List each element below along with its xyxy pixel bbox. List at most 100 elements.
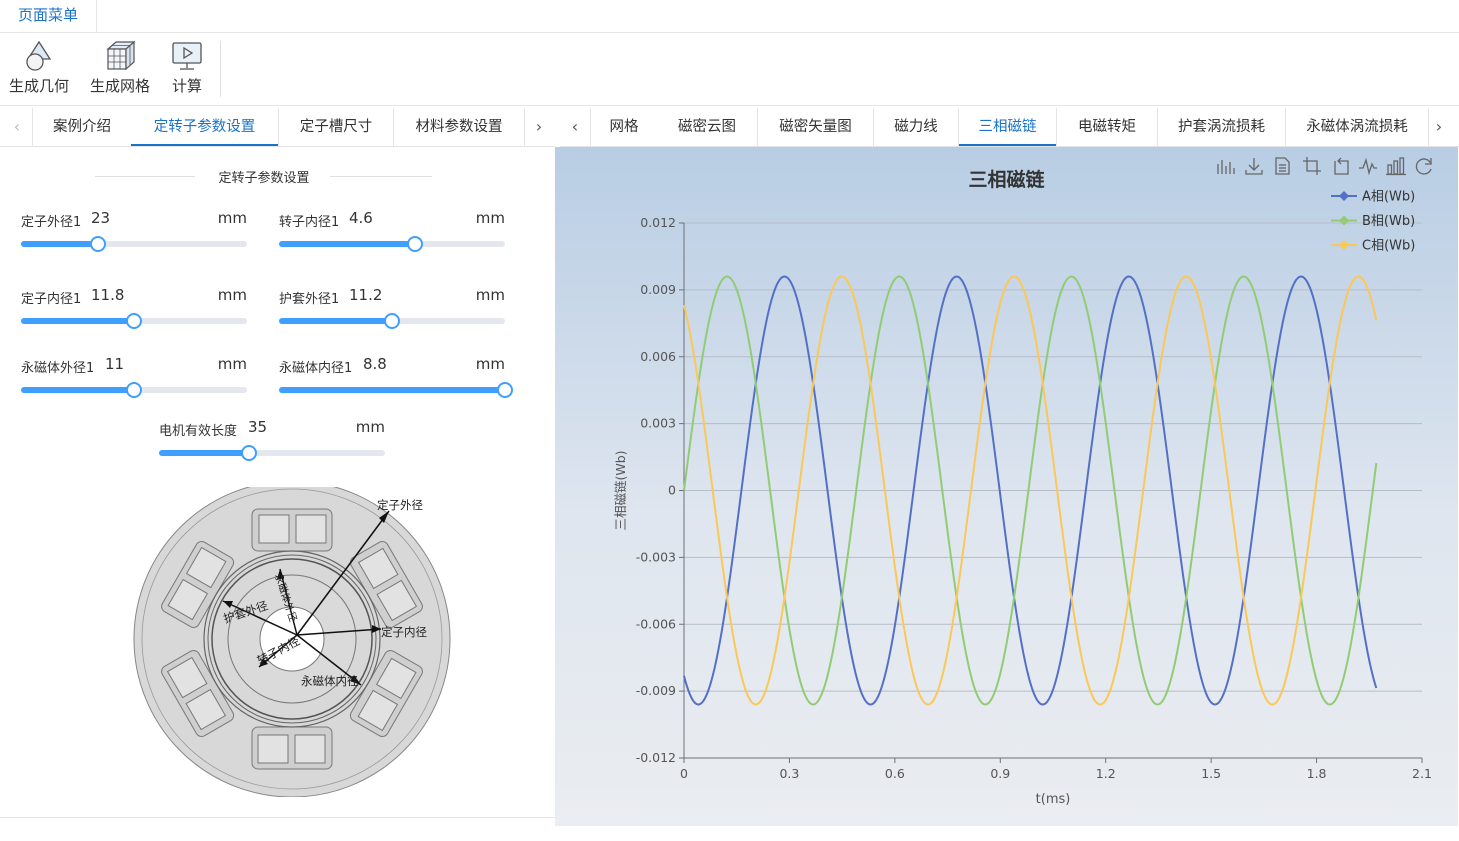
x-tick-label: 1.5 xyxy=(1201,766,1221,781)
y-tick-label: -0.012 xyxy=(636,750,676,765)
chart-panel: 三相磁链 0.012 0.009 0.006 0.003 0 -0.003 -0.006 -0… xyxy=(555,147,1458,826)
param-motor-effective-length: 电机有效长度 35 mm xyxy=(159,418,385,468)
tab-stator-slot-size[interactable]: 定子槽尺寸 xyxy=(279,108,394,146)
param-slider[interactable] xyxy=(21,313,247,329)
tab-flux-lines[interactable]: 磁力线 xyxy=(874,108,959,146)
param-magnet-outer-diameter: 永磁体外径1 11 mm xyxy=(21,355,247,405)
y-tick-label: -0.003 xyxy=(636,549,676,564)
x-tick-label: 2.1 xyxy=(1412,766,1432,781)
mesh-icon xyxy=(106,40,136,71)
param-label: 护套外径1 xyxy=(279,292,340,307)
param-unit: mm xyxy=(475,209,505,227)
param-value[interactable]: 11 xyxy=(105,355,124,373)
section-title: 定转子参数设置 xyxy=(218,171,310,186)
left-tabs-prev-icon[interactable]: ‹ xyxy=(6,108,28,146)
slider-handle[interactable] xyxy=(89,236,106,252)
legend-label: C相(Wb) xyxy=(1362,239,1415,254)
generate-mesh-button[interactable]: 生成网格 xyxy=(86,39,154,101)
compute-label: 计算 xyxy=(171,77,202,95)
y-tick-label: 0.012 xyxy=(640,215,676,230)
tab-mesh[interactable]: 网格 xyxy=(590,108,658,146)
param-value[interactable]: 8.8 xyxy=(363,355,387,373)
y-tick-label: 0 xyxy=(668,483,676,498)
tab-rotor-stator-params[interactable]: 定转子参数设置 xyxy=(131,108,279,146)
left-tabs-next-icon[interactable]: › xyxy=(528,108,550,146)
x-tick-label: 1.2 xyxy=(1096,766,1116,781)
tab-three-phase-flux[interactable]: 三相磁链 xyxy=(959,108,1057,146)
label-stator-inner: 定子内径 xyxy=(381,625,427,639)
x-tick-label: 0 xyxy=(680,766,688,781)
left-tab-bar: ‹ 案例介绍 定转子参数设置 定子槽尺寸 材料参数设置 › xyxy=(0,108,555,147)
param-rotor-inner-diameter: 转子内径1 4.6 mm xyxy=(279,209,505,259)
tab-material-params[interactable]: 材料参数设置 xyxy=(394,108,525,146)
slider-handle[interactable] xyxy=(241,445,258,461)
right-tab-bar: ‹ 网格 磁密云图 磁密矢量图 磁力线 三相磁链 电磁转矩 护套涡流损耗 永磁体… xyxy=(560,108,1459,147)
param-unit: mm xyxy=(217,286,247,304)
y-tick-label: -0.006 xyxy=(636,616,676,631)
slider-handle[interactable] xyxy=(126,313,142,329)
param-unit: mm xyxy=(217,355,247,373)
param-stator-inner-diameter: 定子内径1 11.8 mm xyxy=(21,286,247,336)
param-slider[interactable] xyxy=(21,236,247,252)
three-phase-flux-chart: 0.012 0.009 0.006 0.003 0 -0.003 -0.006 -0.009 -… xyxy=(613,190,1432,808)
y-tick-label: 0.009 xyxy=(640,282,676,297)
param-label: 永磁体外径1 xyxy=(21,361,95,376)
param-label: 定子内径1 xyxy=(21,292,82,307)
param-label: 电机有效长度 xyxy=(159,424,238,439)
y-tick-label: -0.009 xyxy=(636,683,676,698)
param-sleeve-outer-diameter: 护套外径1 11.2 mm xyxy=(279,286,505,336)
generate-mesh-label: 生成网格 xyxy=(89,77,150,95)
param-unit: mm xyxy=(355,418,385,436)
param-stator-outer-diameter: 定子外径1 23 mm xyxy=(21,209,247,259)
tab-magnet-eddy-loss[interactable]: 永磁体涡流损耗 xyxy=(1286,108,1429,146)
param-slider[interactable] xyxy=(159,445,385,461)
geometry-icon xyxy=(26,40,52,71)
tab-em-torque[interactable]: 电磁转矩 xyxy=(1057,108,1158,146)
param-unit: mm xyxy=(217,209,247,227)
tab-flux-density-vector[interactable]: 磁密矢量图 xyxy=(758,108,874,146)
generate-geometry-button[interactable]: 生成几何 xyxy=(6,39,72,101)
param-value[interactable]: 35 xyxy=(248,418,267,436)
toolbar-divider xyxy=(220,41,221,97)
tab-case-intro[interactable]: 案例介绍 xyxy=(32,108,132,146)
motor-cross-section-diagram: 定子外径 定子内径 护套外径 转子内径 永磁体内径 永磁体外径 xyxy=(133,487,451,797)
param-label: 永磁体内径1 xyxy=(279,361,353,376)
tab-flux-density-cloud[interactable]: 磁密云图 xyxy=(657,108,758,146)
page-menu-tab[interactable]: 页面菜单 xyxy=(0,0,97,32)
param-value[interactable]: 11.8 xyxy=(91,286,124,304)
label-stator-outer: 定子外径 xyxy=(377,498,423,512)
param-slider[interactable] xyxy=(279,313,505,329)
param-slider[interactable] xyxy=(21,382,247,398)
y-axis-label: 三相磁链(Wb) xyxy=(613,450,628,530)
x-tick-label: 0.9 xyxy=(990,766,1010,781)
label-magnet-inner: 永磁体内径 xyxy=(301,674,359,688)
right-tabs-prev-icon[interactable]: ‹ xyxy=(564,108,586,146)
param-slider[interactable] xyxy=(279,236,505,252)
section-divider-right xyxy=(330,176,432,177)
compute-icon xyxy=(172,42,202,70)
y-tick-label: 0.006 xyxy=(640,349,676,364)
generate-geometry-label: 生成几何 xyxy=(8,77,69,95)
slider-handle[interactable] xyxy=(384,313,400,329)
slider-handle[interactable] xyxy=(126,382,142,398)
tab-sleeve-eddy-loss[interactable]: 护套涡流损耗 xyxy=(1158,108,1286,146)
legend-marker xyxy=(1339,215,1349,226)
right-tabs-next-icon[interactable]: › xyxy=(1428,108,1450,146)
legend-marker xyxy=(1339,191,1349,201)
x-tick-label: 0.6 xyxy=(885,766,905,781)
param-unit: mm xyxy=(475,355,505,373)
param-value[interactable]: 23 xyxy=(91,209,110,227)
param-settings-panel: 定转子参数设置 定子外径1 23 mm 转子内径1 4.6 mm 定子内径1 1… xyxy=(0,147,555,818)
toolbar: 生成几何 生成网格 计算 xyxy=(0,33,1459,106)
compute-button[interactable]: 计算 xyxy=(166,39,208,101)
param-slider[interactable] xyxy=(279,382,513,398)
slider-handle[interactable] xyxy=(406,236,423,252)
y-tick-label: 0.003 xyxy=(640,416,676,431)
param-label: 转子内径1 xyxy=(279,215,340,230)
param-value[interactable]: 4.6 xyxy=(349,209,373,227)
legend-label: B相(Wb) xyxy=(1362,214,1415,229)
page-menu-bar: 页面菜单 xyxy=(0,0,1459,33)
param-value[interactable]: 11.2 xyxy=(349,286,382,304)
slider-handle[interactable] xyxy=(497,382,513,398)
x-axis-label: t(ms) xyxy=(1036,792,1071,807)
